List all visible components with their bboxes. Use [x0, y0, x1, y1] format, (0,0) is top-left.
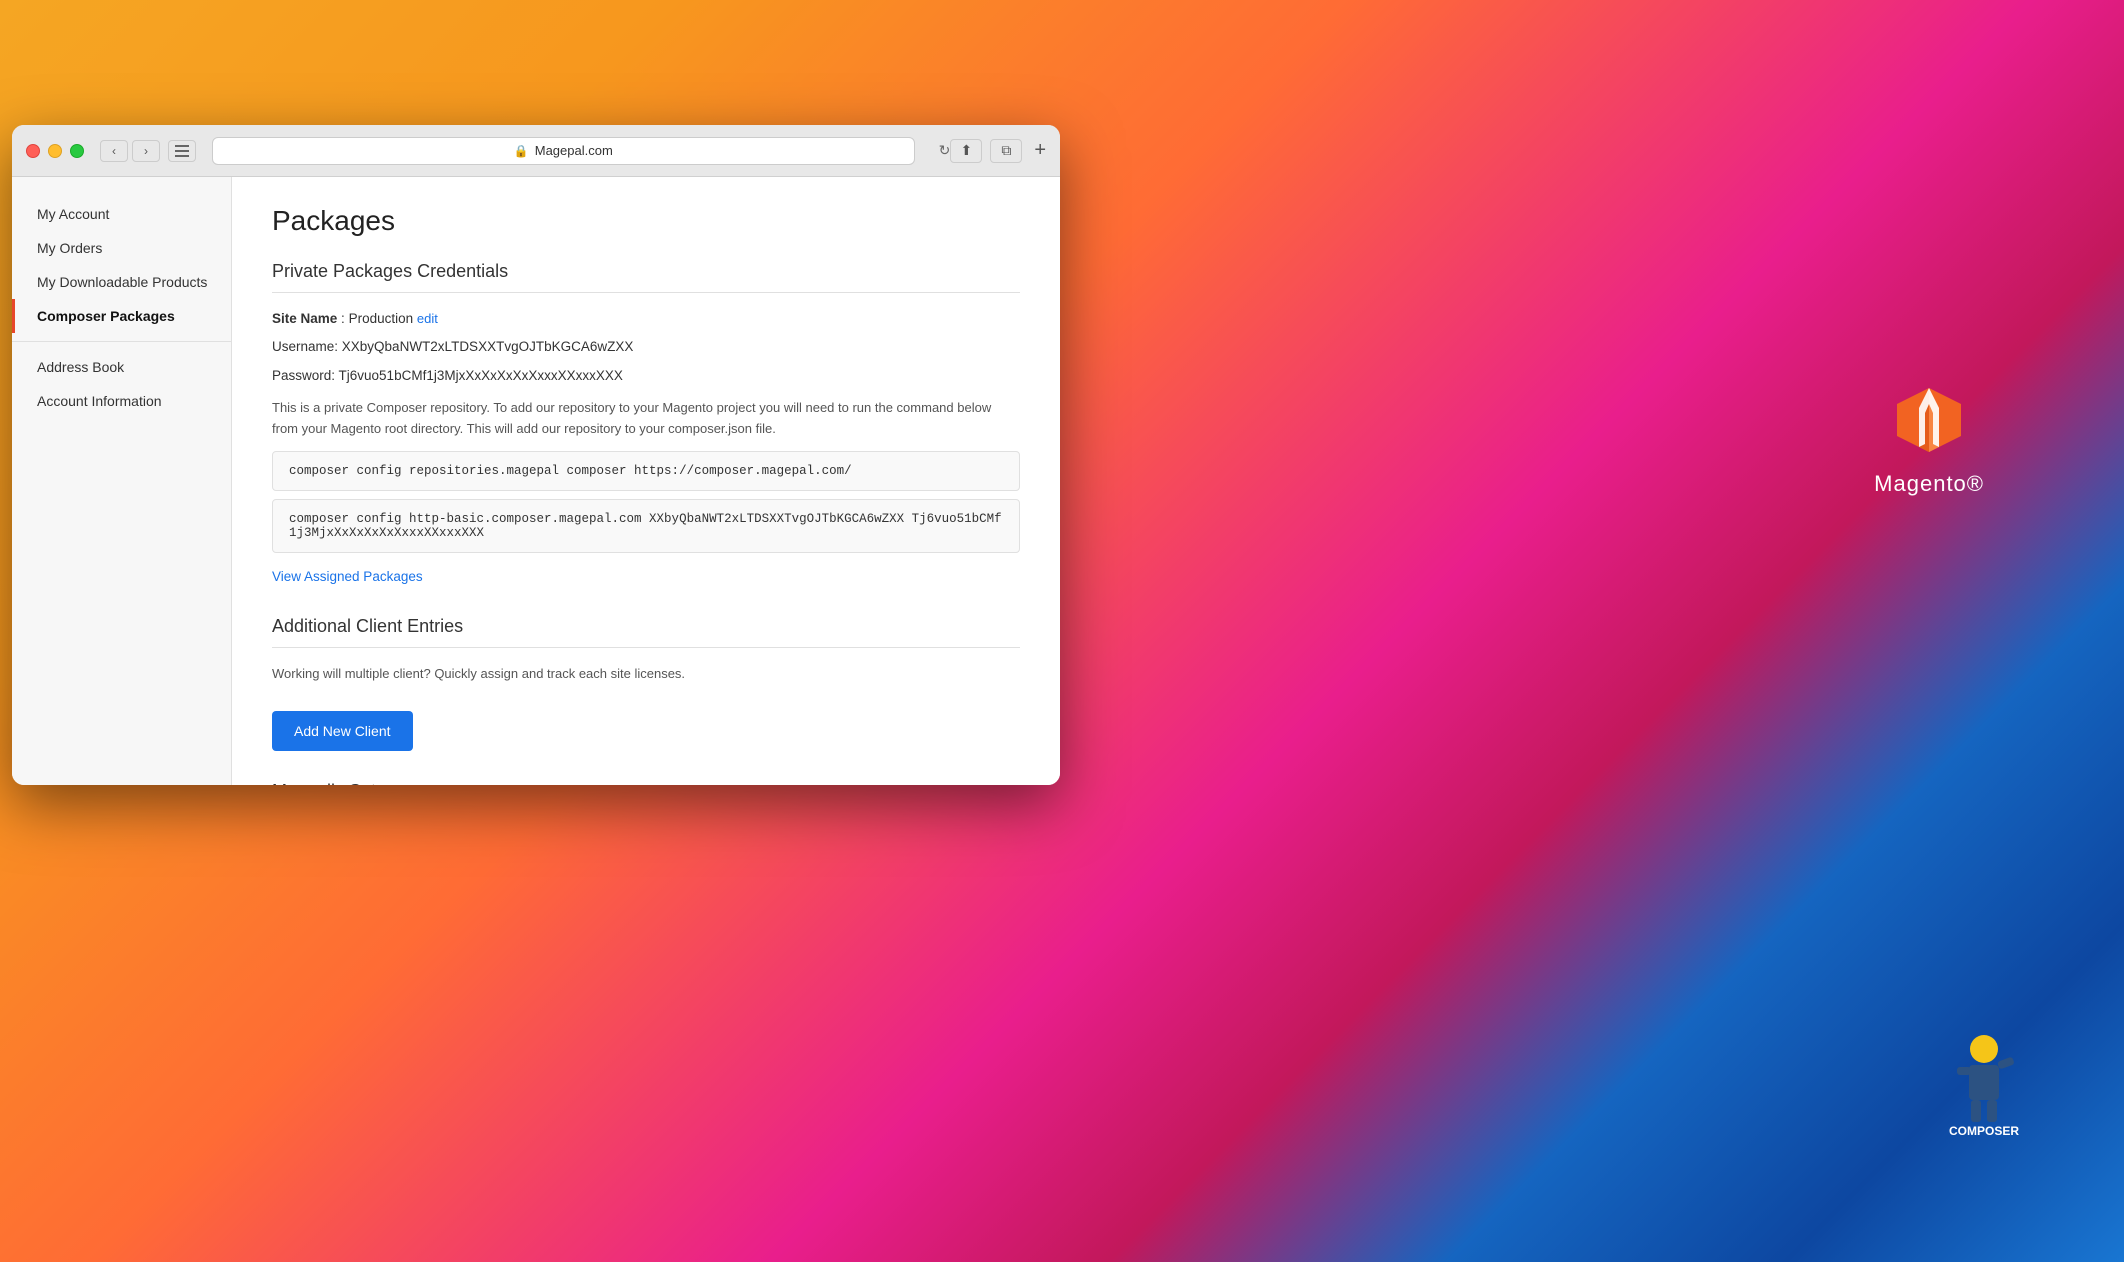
url-display: Magepal.com: [535, 143, 613, 158]
main-content: Packages Private Packages Credentials Si…: [232, 177, 1060, 785]
page-title: Packages: [272, 205, 1020, 237]
lock-icon: 🔒: [514, 144, 529, 158]
sidebar-item-address-book[interactable]: Address Book: [12, 350, 231, 384]
edit-site-name-link[interactable]: edit: [417, 311, 438, 326]
toolbar-actions: ⬆ ⧉ +: [950, 139, 1046, 163]
address-bar[interactable]: 🔒 Magepal.com: [212, 137, 915, 165]
composer-icon: COMPOSER: [1929, 1027, 2039, 1137]
command2-text: composer config http-basic.composer.mage…: [289, 512, 1002, 540]
additional-clients-description: Working will multiple client? Quickly as…: [272, 664, 1020, 685]
site-name-label: Site Name: [272, 311, 337, 326]
sidebar-divider: [12, 341, 231, 342]
username-row: Username: XXbyQbaNWT2xLTDSXXTvgOJTbKGCA6…: [272, 337, 1020, 357]
magento-brand-text: Magento®: [1874, 471, 1984, 497]
browser-window: ‹ › 🔒 Magepal.com ↻ ⬆ ⧉ + My Account My …: [12, 125, 1060, 785]
sidebar-item-composer-packages[interactable]: Composer Packages: [12, 299, 231, 333]
password-label: Password:: [272, 368, 339, 383]
manually-setup-title: Manually Setup: [272, 781, 1020, 785]
username-value: XXbyQbaNWT2xLTDSXXTvgOJTbKGCA6wZXX: [342, 339, 634, 354]
sidebar-item-my-orders[interactable]: My Orders: [12, 231, 231, 265]
window-content: My Account My Orders My Downloadable Pro…: [12, 177, 1060, 785]
sidebar-item-my-account[interactable]: My Account: [12, 197, 231, 231]
composer-area: COMPOSER: [1924, 1027, 2044, 1142]
sidebar-toggle-button[interactable]: [168, 140, 196, 162]
command1-text: composer config repositories.magepal com…: [289, 464, 852, 478]
title-bar: ‹ › 🔒 Magepal.com ↻ ⬆ ⧉ +: [12, 125, 1060, 177]
command2-block: composer config http-basic.composer.mage…: [272, 499, 1020, 553]
svg-text:COMPOSER: COMPOSER: [1949, 1124, 2019, 1137]
magento-icon: [1889, 380, 1969, 460]
password-row: Password: Tj6vuo51bCMf1j3MjxXxXxXxXxXxxx…: [272, 366, 1020, 386]
add-new-client-button[interactable]: Add New Client: [272, 711, 413, 751]
minimize-button[interactable]: [48, 144, 62, 158]
fullscreen-button[interactable]: [70, 144, 84, 158]
username-label: Username:: [272, 339, 342, 354]
back-button[interactable]: ‹: [100, 140, 128, 162]
additional-clients-section: Additional Client Entries Working will m…: [272, 616, 1020, 751]
additional-clients-title: Additional Client Entries: [272, 616, 1020, 648]
share-button[interactable]: ⬆: [950, 139, 982, 163]
private-packages-description: This is a private Composer repository. T…: [272, 398, 1020, 440]
magento-area: Magento®: [1874, 380, 1984, 497]
view-assigned-packages-link[interactable]: View Assigned Packages: [272, 569, 423, 584]
sidebar-item-my-downloadable-products[interactable]: My Downloadable Products: [12, 265, 231, 299]
refresh-button[interactable]: ↻: [939, 142, 951, 159]
private-packages-title: Private Packages Credentials: [272, 261, 1020, 293]
site-name-row: Site Name : Production edit: [272, 309, 1020, 329]
nav-buttons: ‹ ›: [100, 140, 160, 162]
new-tab-button[interactable]: +: [1034, 139, 1046, 162]
tab-overview-button[interactable]: ⧉: [990, 139, 1022, 163]
forward-button[interactable]: ›: [132, 140, 160, 162]
traffic-lights: [26, 144, 84, 158]
sidebar: My Account My Orders My Downloadable Pro…: [12, 177, 232, 785]
manually-setup-section: Manually Setup Having issue automaticall…: [272, 781, 1020, 785]
command1-block: composer config repositories.magepal com…: [272, 451, 1020, 491]
close-button[interactable]: [26, 144, 40, 158]
site-name-separator: :: [341, 311, 349, 326]
site-name-value: Production: [349, 311, 414, 326]
password-value: Tj6vuo51bCMf1j3MjxXxXxXxXxXxxxXXxxxXXX: [339, 368, 623, 383]
sidebar-item-account-information[interactable]: Account Information: [12, 384, 231, 418]
private-packages-section: Private Packages Credentials Site Name :…: [272, 261, 1020, 586]
